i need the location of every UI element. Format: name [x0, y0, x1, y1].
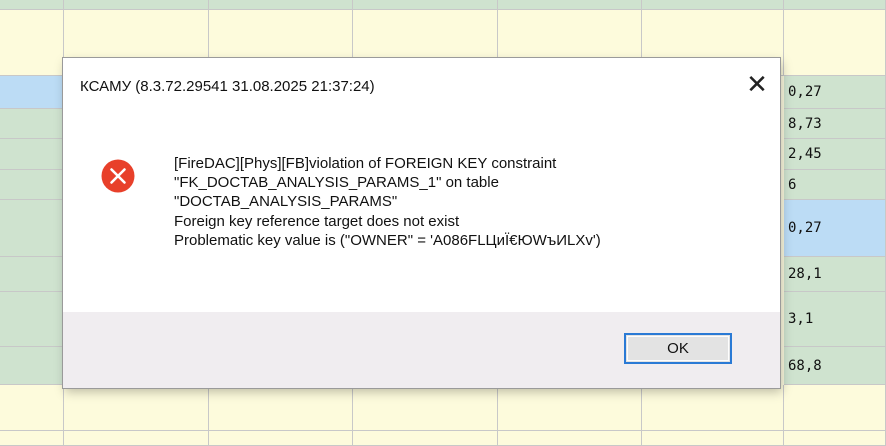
value-cell[interactable]: 0,27 [784, 76, 886, 109]
error-dialog: КСАМУ (8.3.72.29541 31.08.2025 21:37:24)… [63, 58, 780, 388]
value-cell[interactable]: 8,73 [784, 109, 886, 139]
value-cell[interactable]: 28,1 [784, 257, 886, 292]
value-cell[interactable]: 2,45 [784, 139, 886, 170]
message-line: Foreign key reference target does not ex… [174, 212, 460, 230]
table-row[interactable] [0, 385, 886, 431]
dialog-title: КСАМУ (8.3.72.29541 31.08.2025 21:37:24) [80, 78, 375, 95]
grid-header-row [0, 0, 886, 10]
table-row[interactable] [0, 431, 886, 446]
value-cell[interactable]: 3,1 [784, 292, 886, 347]
value-cell[interactable]: 0,27 [784, 200, 886, 257]
error-x-icon [101, 159, 135, 193]
ok-button[interactable]: OK [624, 333, 732, 364]
value-cell[interactable]: 68,8 [784, 347, 886, 385]
message-line: "DOCTAB_ANALYSIS_PARAMS" [174, 193, 398, 211]
error-message: [FireDAC][Phys][FB]violation of FOREIGN … [174, 154, 601, 250]
message-line: Problematic key value is ("OWNER" = 'A08… [174, 231, 601, 249]
value-cell[interactable]: 6 [784, 170, 886, 200]
message-line: [FireDAC][Phys][FB]violation of FOREIGN … [174, 155, 557, 172]
close-icon[interactable]: ✕ [742, 70, 772, 100]
message-line: "FK_DOCTAB_ANALYSIS_PARAMS_1" on table [174, 174, 499, 192]
